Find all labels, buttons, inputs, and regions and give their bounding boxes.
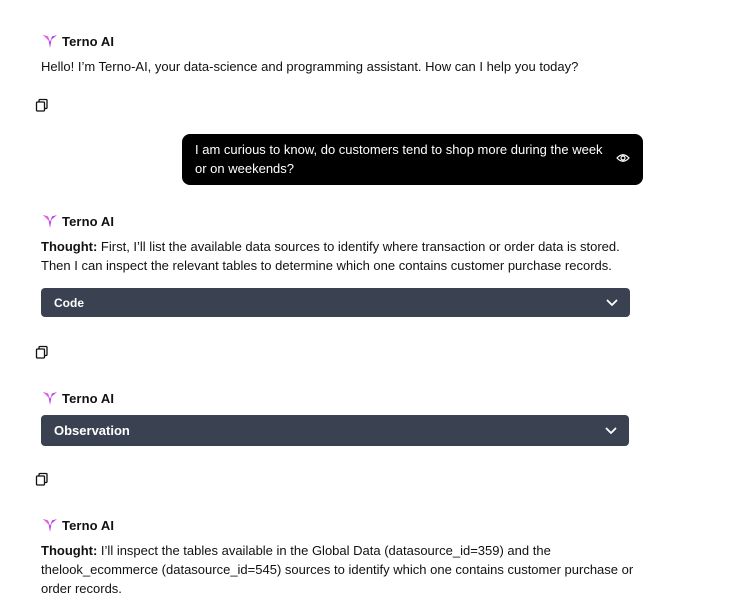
- code-label: Code: [54, 295, 84, 310]
- agent-header: Terno AI: [42, 389, 114, 407]
- terno-logo-icon: [43, 392, 57, 405]
- copy-icon[interactable]: [35, 345, 49, 359]
- observation-collapse-toggle[interactable]: Observation: [41, 415, 629, 446]
- assistant-thought: Thought: First, I’ll list the available …: [41, 237, 641, 275]
- code-collapse-toggle[interactable]: Code: [41, 288, 630, 317]
- agent-name: Terno AI: [62, 390, 115, 406]
- terno-logo-icon: [43, 215, 57, 228]
- terno-logo-icon: [43, 35, 57, 48]
- agent-header: Terno AI: [42, 212, 114, 230]
- copy-icon[interactable]: [35, 472, 49, 486]
- thought-text: I’ll inspect the tables available in the…: [41, 543, 634, 596]
- thought-label: Thought:: [41, 543, 98, 558]
- chevron-down-icon: [605, 427, 617, 434]
- chevron-down-icon: [606, 299, 618, 306]
- agent-name: Terno AI: [62, 33, 115, 49]
- agent-name: Terno AI: [62, 213, 115, 229]
- copy-icon[interactable]: [35, 98, 49, 112]
- thought-label: Thought:: [41, 239, 98, 254]
- agent-header: Terno AI: [42, 32, 114, 50]
- observation-label: Observation: [54, 423, 130, 438]
- assistant-thought: Thought: I’ll inspect the tables availab…: [41, 541, 641, 598]
- assistant-greeting: Hello! I’m Terno-AI, your data-science a…: [41, 59, 579, 74]
- eye-icon[interactable]: [616, 152, 630, 164]
- user-message-bubble: I am curious to know, do customers tend …: [182, 134, 643, 185]
- user-message-text: I am curious to know, do customers tend …: [195, 142, 603, 176]
- agent-header: Terno AI: [42, 516, 114, 534]
- terno-logo-icon: [43, 519, 57, 532]
- agent-name: Terno AI: [62, 517, 115, 533]
- thought-text: First, I’ll list the available data sour…: [41, 239, 620, 273]
